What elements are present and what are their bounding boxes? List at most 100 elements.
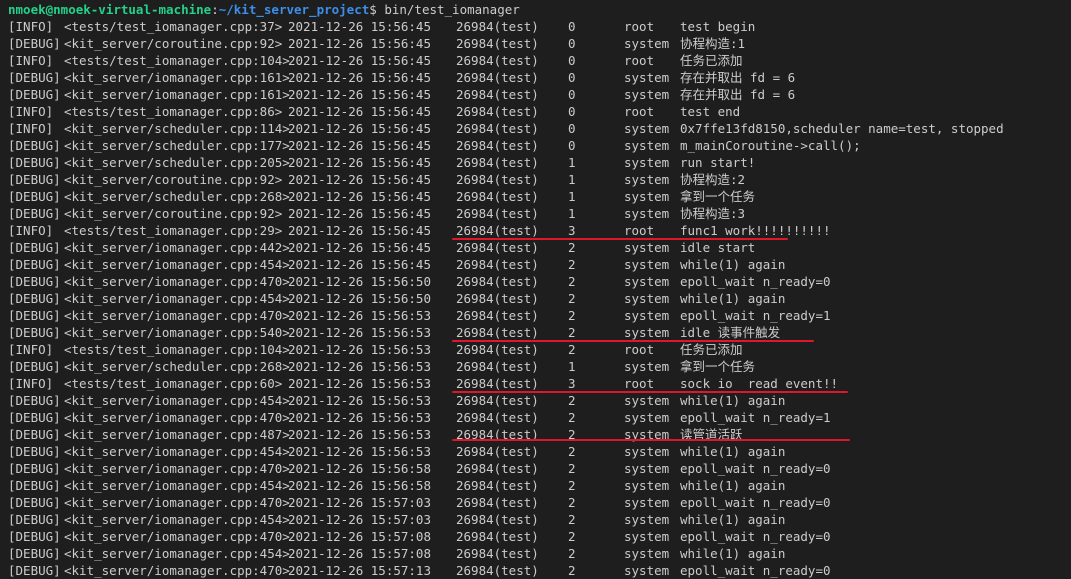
- logger-name: system: [624, 444, 670, 459]
- source-location: <kit_server/iomanager.cpp:454>: [64, 546, 290, 561]
- thread-id: 26984(test): [456, 308, 539, 323]
- timestamp: 2021-12-26 15:56:53: [288, 359, 431, 374]
- coroutine-id: 1: [568, 206, 576, 221]
- log-message: test end: [680, 104, 741, 119]
- thread-id: 26984(test): [456, 495, 539, 510]
- log-message: func1 work!!!!!!!!!!: [680, 223, 831, 238]
- log-level: [DEBUG]: [8, 257, 61, 272]
- timestamp: 2021-12-26 15:56:45: [288, 53, 431, 68]
- logger-name: system: [624, 410, 670, 425]
- timestamp: 2021-12-26 15:56:45: [288, 206, 431, 221]
- timestamp: 2021-12-26 15:56:45: [288, 155, 431, 170]
- timestamp: 2021-12-26 15:56:45: [288, 172, 431, 187]
- coroutine-id: 3: [568, 223, 576, 238]
- thread-id: 26984(test): [456, 393, 539, 408]
- log-level: [DEBUG]: [8, 546, 61, 561]
- source-location: <kit_server/iomanager.cpp:454>: [64, 444, 290, 459]
- log-level: [INFO]: [8, 121, 54, 136]
- source-location: <kit_server/iomanager.cpp:470>: [64, 461, 290, 476]
- log-row: [DEBUG] <kit_server/coroutine.cpp:92> 2021…: [0, 35, 1071, 52]
- timestamp: 2021-12-26 15:56:45: [288, 87, 431, 102]
- coroutine-id: 2: [568, 308, 576, 323]
- source-location: <kit_server/scheduler.cpp:268>: [64, 189, 290, 204]
- log-row: [DEBUG] <kit_server/iomanager.cpp:442> 202…: [0, 239, 1071, 256]
- source-location: <kit_server/iomanager.cpp:470>: [64, 495, 290, 510]
- coroutine-id: 2: [568, 291, 576, 306]
- log-row: [DEBUG] <kit_server/iomanager.cpp:454> 202…: [0, 545, 1071, 562]
- log-message: idle 读事件触发: [680, 325, 781, 340]
- logger-name: root: [624, 19, 655, 34]
- log-row: [DEBUG] <kit_server/coroutine.cpp:92> 2021…: [0, 171, 1071, 188]
- coroutine-id: 2: [568, 529, 576, 544]
- log-row: [DEBUG] <kit_server/iomanager.cpp:454> 202…: [0, 477, 1071, 494]
- log-level: [INFO]: [8, 53, 54, 68]
- log-level: [DEBUG]: [8, 444, 61, 459]
- thread-id: 26984(test): [456, 563, 539, 578]
- logger-name: system: [624, 274, 670, 289]
- timestamp: 2021-12-26 15:56:53: [288, 410, 431, 425]
- log-row: [INFO] <tests/test_iomanager.cpp:86> 2021-…: [0, 103, 1071, 120]
- coroutine-id: 2: [568, 512, 576, 527]
- source-location: <tests/test_iomanager.cpp:104>: [64, 342, 290, 357]
- thread-id: 26984(test): [456, 240, 539, 255]
- log-message: epoll_wait n_ready=0: [680, 563, 831, 578]
- log-level: [DEBUG]: [8, 206, 61, 221]
- logger-name: system: [624, 189, 670, 204]
- timestamp: 2021-12-26 15:56:58: [288, 461, 431, 476]
- log-level: [DEBUG]: [8, 325, 61, 340]
- thread-id: 26984(test): [456, 121, 539, 136]
- source-location: <kit_server/scheduler.cpp:177>: [64, 138, 290, 153]
- coroutine-id: 2: [568, 546, 576, 561]
- coroutine-id: 2: [568, 257, 576, 272]
- log-row: [DEBUG] <kit_server/iomanager.cpp:161> 202…: [0, 69, 1071, 86]
- thread-id: 26984(test): [456, 206, 539, 221]
- log-level: [INFO]: [8, 19, 54, 34]
- coroutine-id: 2: [568, 274, 576, 289]
- logger-name: root: [624, 53, 655, 68]
- thread-id: 26984(test): [456, 257, 539, 272]
- logger-name: root: [624, 104, 655, 119]
- coroutine-id: 0: [568, 70, 576, 85]
- thread-id: 26984(test): [456, 291, 539, 306]
- coroutine-id: 2: [568, 325, 576, 340]
- prompt-command: bin/test_iomanager: [384, 2, 520, 17]
- log-row: [DEBUG] <kit_server/iomanager.cpp:470> 202…: [0, 409, 1071, 426]
- thread-id: 26984(test): [456, 36, 539, 51]
- log-level: [DEBUG]: [8, 427, 61, 442]
- timestamp: 2021-12-26 15:56:45: [288, 240, 431, 255]
- coroutine-id: 1: [568, 172, 576, 187]
- coroutine-id: 0: [568, 138, 576, 153]
- timestamp: 2021-12-26 15:57:08: [288, 529, 431, 544]
- source-location: <kit_server/iomanager.cpp:470>: [64, 529, 290, 544]
- source-location: <kit_server/iomanager.cpp:454>: [64, 478, 290, 493]
- source-location: <kit_server/iomanager.cpp:161>: [64, 70, 290, 85]
- log-message: sock io read event!!: [680, 376, 839, 391]
- source-location: <kit_server/iomanager.cpp:161>: [64, 87, 290, 102]
- prompt-user-host: nmoek@nmoek-virtual-machine: [8, 2, 212, 17]
- log-level: [DEBUG]: [8, 291, 61, 306]
- source-location: <tests/test_iomanager.cpp:60>: [64, 376, 283, 391]
- log-row: [DEBUG] <kit_server/scheduler.cpp:177> 202…: [0, 137, 1071, 154]
- timestamp: 2021-12-26 15:56:45: [288, 70, 431, 85]
- coroutine-id: 2: [568, 495, 576, 510]
- log-message: while(1) again: [680, 512, 786, 527]
- terminal-output[interactable]: nmoek@nmoek-virtual-machine:~/kit_server…: [0, 0, 1071, 579]
- timestamp: 2021-12-26 15:56:58: [288, 478, 431, 493]
- log-message: epoll_wait n_ready=1: [680, 410, 831, 425]
- logger-name: system: [624, 495, 670, 510]
- source-location: <tests/test_iomanager.cpp:29>: [64, 223, 283, 238]
- log-level: [DEBUG]: [8, 359, 61, 374]
- log-message: 任务已添加: [680, 53, 743, 68]
- log-message: 存在并取出 fd = 6: [680, 70, 796, 85]
- thread-id: 26984(test): [456, 546, 539, 561]
- logger-name: system: [624, 359, 670, 374]
- timestamp: 2021-12-26 15:56:45: [288, 104, 431, 119]
- coroutine-id: 2: [568, 461, 576, 476]
- log-level: [DEBUG]: [8, 563, 61, 578]
- coroutine-id: 0: [568, 36, 576, 51]
- coroutine-id: 2: [568, 410, 576, 425]
- timestamp: 2021-12-26 15:56:53: [288, 308, 431, 323]
- log-row: [DEBUG] <kit_server/scheduler.cpp:268> 202…: [0, 358, 1071, 375]
- thread-id: 26984(test): [456, 223, 539, 238]
- log-message: run start!: [680, 155, 756, 170]
